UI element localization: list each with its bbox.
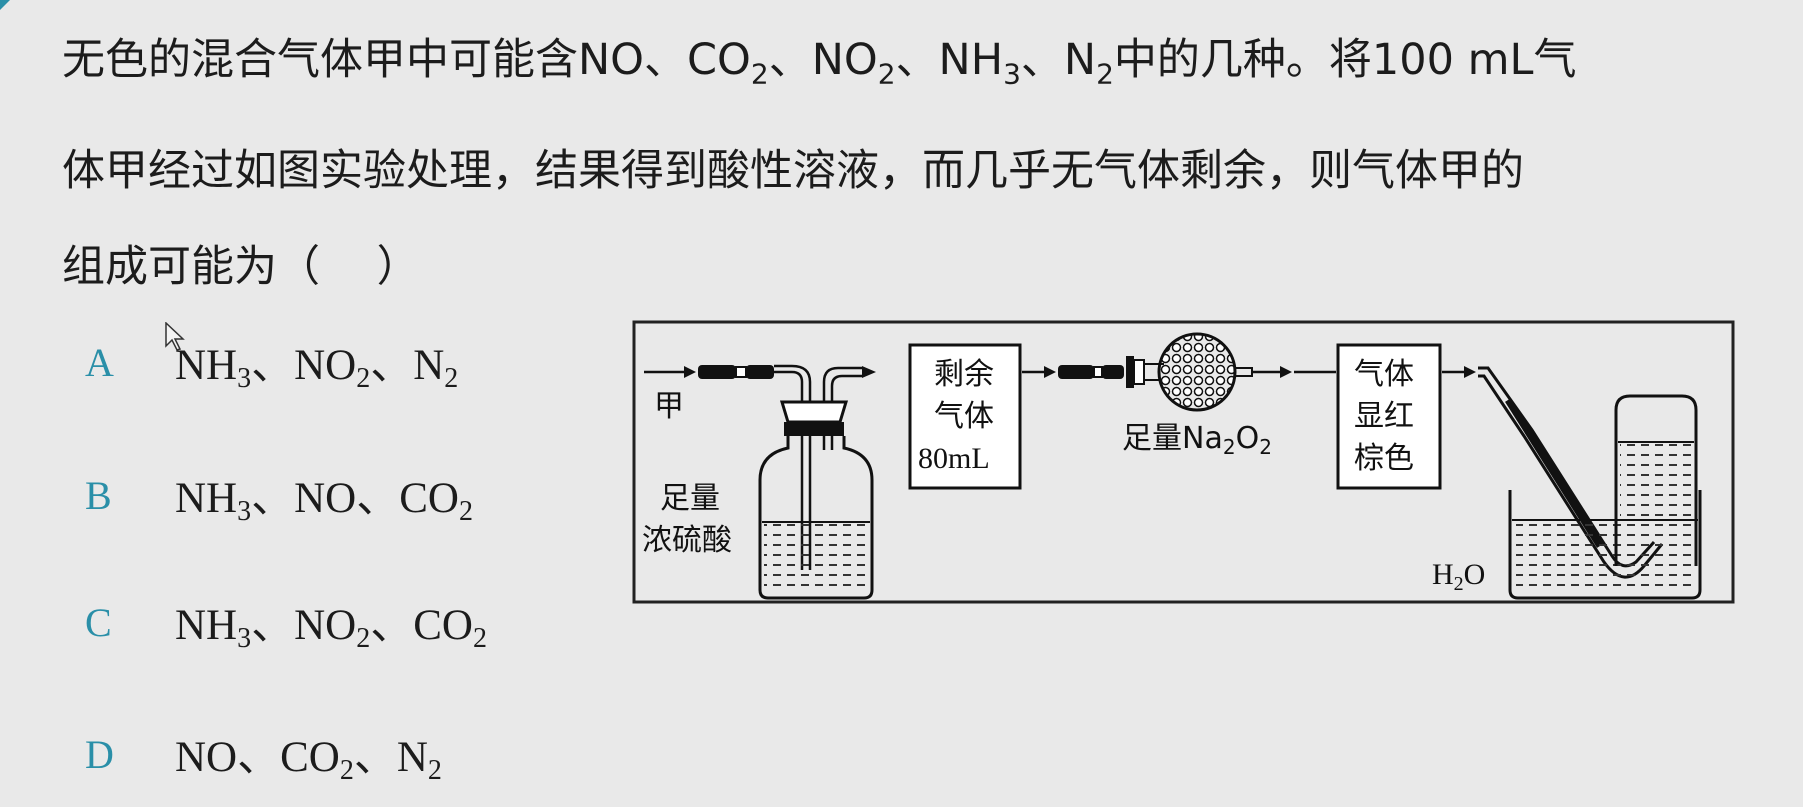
question-line-3: 组成可能为（ ） xyxy=(62,241,420,292)
option-letter: D xyxy=(85,731,114,777)
option-d[interactable]: D NO、CO2、N2 xyxy=(85,724,442,786)
input-arrow xyxy=(644,366,696,378)
box2-line1: 气体 xyxy=(1354,357,1414,392)
option-text: NH3、NO2、N2 xyxy=(175,341,459,394)
option-letter: B xyxy=(85,472,112,518)
option-text: NH3、NO2、CO2 xyxy=(175,601,487,654)
gas-collection-cylinder xyxy=(1614,394,1698,566)
acid-label-2: 浓硫酸 xyxy=(642,523,732,558)
acid-label-1: 足量 xyxy=(660,481,720,516)
option-c[interactable]: C NH3、NO2、CO2 xyxy=(85,592,487,654)
box1-line1: 剩余 xyxy=(934,357,994,392)
box1-line3: 80mL xyxy=(918,442,990,475)
sodium-peroxide-bulb xyxy=(1157,332,1237,412)
option-letter: A xyxy=(85,339,114,385)
question-line-2: 体甲经过如图实验处理，结果得到酸性溶液，而几乎无气体剩余，则气体甲的 xyxy=(62,145,1524,196)
na2o2-label: 足量Na2O2 xyxy=(1122,421,1272,459)
option-text: NO、CO2、N2 xyxy=(175,733,442,786)
apparatus-diagram: 甲 足量 浓硫酸 剩余 气体 80mL 足量Na2O2 气体 显红 棕色 H2O xyxy=(632,320,1735,604)
washing-bottle xyxy=(758,400,874,600)
box1-line2: 气体 xyxy=(934,399,994,434)
option-text: NH3、NO、CO2 xyxy=(175,474,473,527)
option-b[interactable]: B NH3、NO、CO2 xyxy=(85,465,473,527)
option-letter: C xyxy=(85,599,112,645)
option-a[interactable]: A NH3、NO2、N2 xyxy=(85,332,459,394)
corner-indicator-icon xyxy=(0,0,10,10)
question-text: 无色的混合气体甲中可能含NO、CO2、NO2、NH3、N2中的几种。将100 m… xyxy=(62,12,1752,315)
water-label: H2O xyxy=(1432,558,1485,595)
box2-line2: 显红 xyxy=(1354,399,1414,434)
box2-line3: 棕色 xyxy=(1354,441,1414,476)
input-label: 甲 xyxy=(654,389,684,424)
question-line-1: 无色的混合气体甲中可能含NO、CO2、NO2、NH3、N2中的几种。将100 m… xyxy=(62,35,1577,91)
